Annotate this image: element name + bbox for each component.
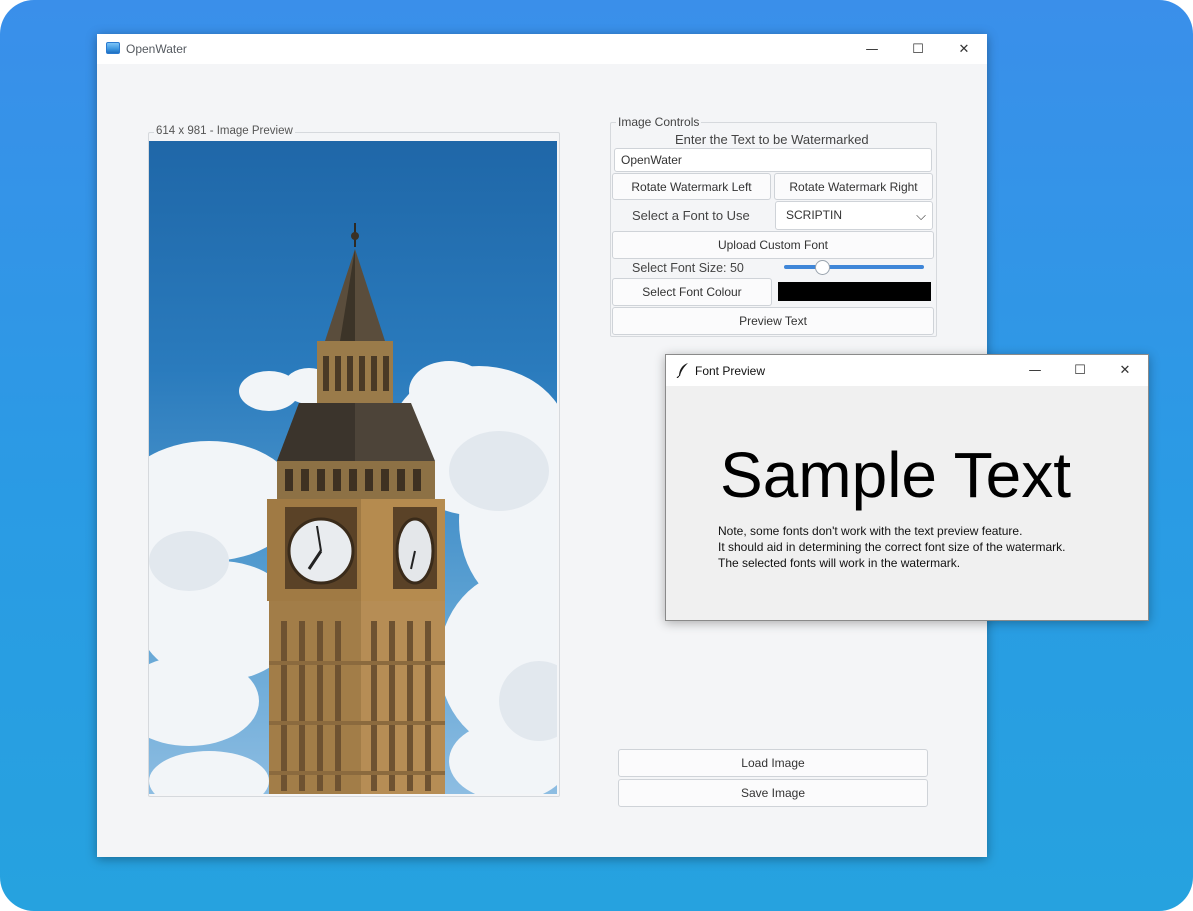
minimize-icon: — <box>865 41 879 57</box>
main-titlebar[interactable]: OpenWater — ☐ ✕ <box>97 34 987 64</box>
font-colour-button[interactable]: Select Font Colour <box>612 278 772 306</box>
load-image-button[interactable]: Load Image <box>618 749 928 777</box>
note-line: Note, some fonts don't work with the tex… <box>718 524 1023 538</box>
upload-font-button[interactable]: Upload Custom Font <box>612 231 934 259</box>
font-select-prompt: Select a Font to Use <box>632 208 750 223</box>
font-select[interactable]: SCRIPTIN ⌵ <box>775 201 933 230</box>
preview-text-button[interactable]: Preview Text <box>612 307 934 335</box>
minimize-button[interactable]: — <box>849 34 895 64</box>
close-icon: ✕ <box>958 41 970 57</box>
sample-text: Sample Text <box>720 439 1071 511</box>
maximize-button[interactable]: ☐ <box>895 34 941 64</box>
font-preview-titlebar[interactable]: Font Preview — ☐ ✕ <box>666 355 1148 386</box>
watermark-text-input[interactable]: OpenWater <box>614 148 932 172</box>
note-line: The selected fonts will work in the wate… <box>718 556 961 570</box>
font-preview-window: Font Preview — ☐ ✕ Sample Text Note, som… <box>665 354 1149 621</box>
note-line: It should aid in determining the correct… <box>718 540 1066 554</box>
image-preview <box>149 141 557 794</box>
preview-note: Note, some fonts don't work with the tex… <box>718 523 1066 571</box>
big-ben-photo <box>149 223 557 794</box>
font-size-label: Select Font Size: 50 <box>632 261 744 275</box>
image-controls-legend: Image Controls <box>616 115 702 129</box>
popup-close-button[interactable]: ✕ <box>1102 355 1148 386</box>
watermark-text-prompt: Enter the Text to be Watermarked <box>675 132 869 147</box>
close-button[interactable]: ✕ <box>941 34 987 64</box>
save-image-button[interactable]: Save Image <box>618 779 928 807</box>
minimize-icon: — <box>1028 363 1042 378</box>
font-preview-title: Font Preview <box>695 364 766 378</box>
maximize-icon: ☐ <box>912 41 924 57</box>
font-select-value: SCRIPTIN <box>786 208 843 222</box>
font-size-slider[interactable] <box>784 265 924 269</box>
image-preview-legend: 614 x 981 - Image Preview <box>154 125 295 137</box>
chevron-down-icon: ⌵ <box>916 208 926 223</box>
close-icon: ✕ <box>1119 363 1131 378</box>
font-size-slider-handle[interactable] <box>815 260 830 275</box>
app-icon <box>106 42 120 54</box>
rotate-left-button[interactable]: Rotate Watermark Left <box>612 173 771 200</box>
window-title: OpenWater <box>126 42 187 56</box>
maximize-icon: ☐ <box>1074 363 1086 378</box>
rotate-right-button[interactable]: Rotate Watermark Right <box>774 173 933 200</box>
font-colour-swatch <box>778 282 931 301</box>
popup-minimize-button[interactable]: — <box>1012 355 1058 386</box>
feather-icon <box>676 363 688 378</box>
popup-maximize-button[interactable]: ☐ <box>1057 355 1103 386</box>
